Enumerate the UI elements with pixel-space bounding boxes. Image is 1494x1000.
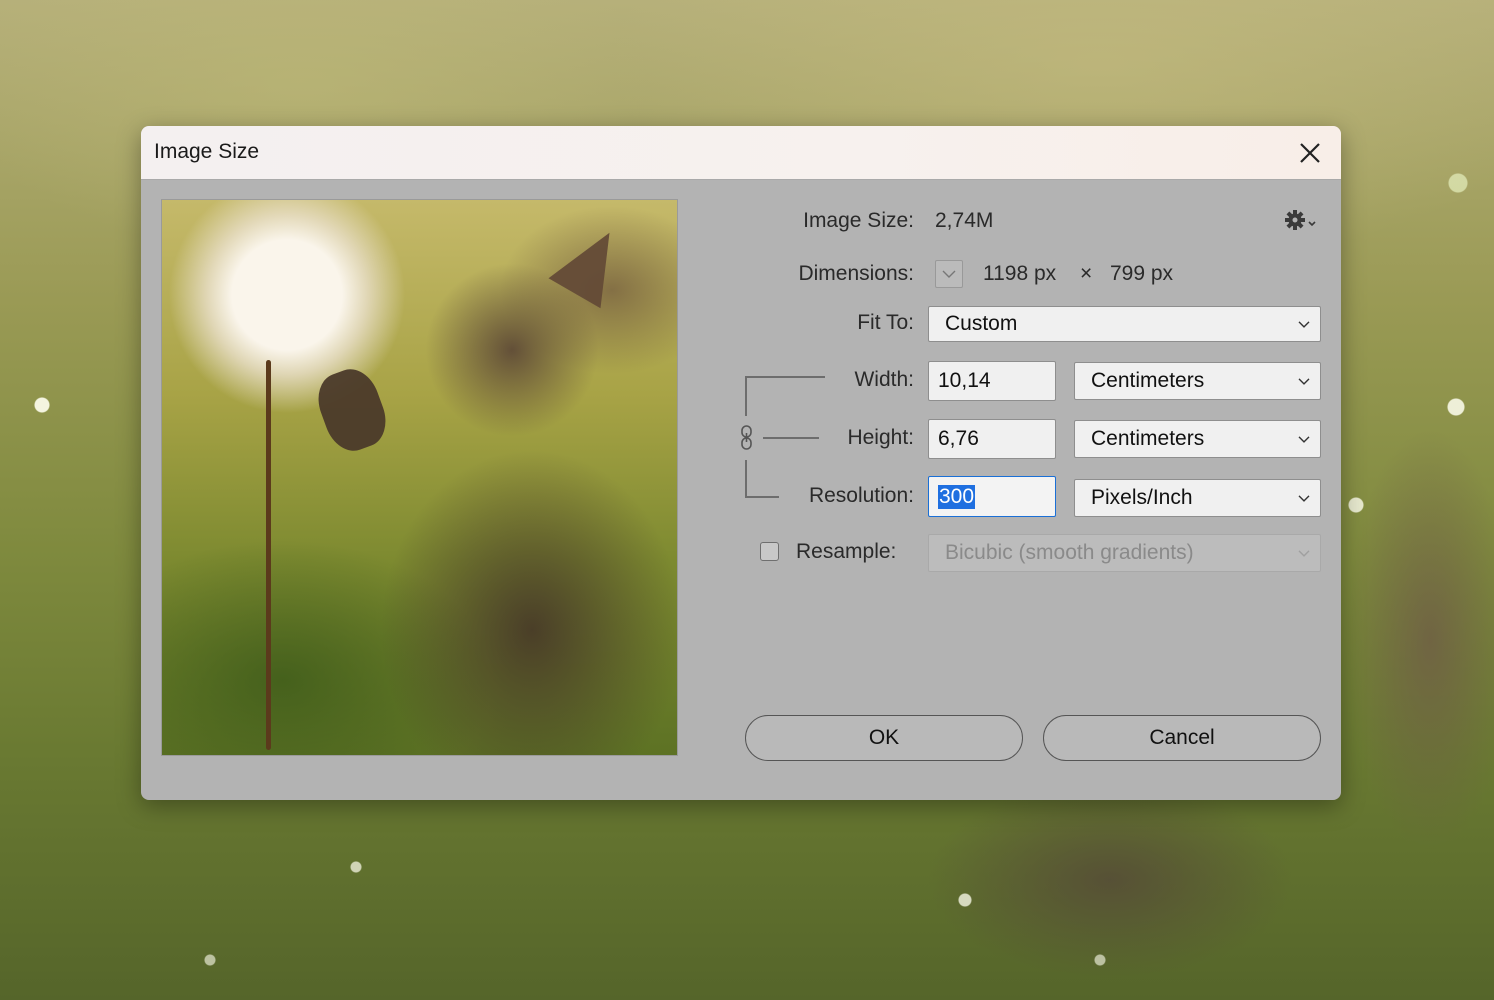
constrain-bracket-top-h bbox=[745, 376, 825, 378]
width-label: Width: bbox=[854, 368, 914, 391]
chevron-down-icon bbox=[1298, 495, 1310, 502]
constrain-bracket-top-v bbox=[745, 376, 747, 416]
constrain-bracket-bottom-h bbox=[745, 496, 779, 498]
dimensions-width: 1198 px bbox=[983, 262, 1057, 285]
resolution-label: Resolution: bbox=[808, 484, 914, 507]
dialog-title: Image Size bbox=[154, 140, 260, 163]
ok-button-label: OK bbox=[868, 726, 900, 749]
height-input[interactable]: 6,76 bbox=[928, 419, 1056, 459]
height-unit-select[interactable]: Centimeters bbox=[1074, 420, 1321, 458]
resample-method-select[interactable]: Bicubic (smooth gradients) bbox=[928, 534, 1321, 572]
resolution-input[interactable]: 300 bbox=[928, 476, 1056, 517]
constrain-proportions-toggle[interactable] bbox=[738, 423, 756, 453]
fit-to-select[interactable]: Custom bbox=[928, 306, 1321, 342]
close-button[interactable] bbox=[1279, 126, 1341, 179]
dimensions-separator: × bbox=[1080, 262, 1093, 285]
dimensions-unit-dropdown[interactable] bbox=[935, 260, 963, 288]
resample-method: Bicubic (smooth gradients) bbox=[945, 541, 1194, 564]
image-size-value: 2,74M bbox=[935, 209, 994, 232]
resolution-value: 300 bbox=[938, 484, 976, 509]
image-preview[interactable] bbox=[161, 199, 678, 756]
width-unit-select[interactable]: Centimeters bbox=[1074, 362, 1321, 400]
image-size-label: Image Size: bbox=[803, 209, 914, 232]
chevron-down-icon bbox=[1298, 436, 1310, 443]
preview-paw bbox=[310, 362, 394, 458]
height-label: Height: bbox=[847, 426, 914, 449]
image-size-dialog: Image Size Image Size: 2,74M Dimensions:… bbox=[141, 126, 1341, 800]
chevron-down-icon bbox=[942, 270, 956, 278]
chevron-down-icon bbox=[1298, 321, 1310, 328]
fit-to-value: Custom bbox=[945, 312, 1018, 335]
resample-checkbox[interactable] bbox=[760, 542, 779, 561]
resolution-unit: Pixels/Inch bbox=[1091, 486, 1193, 509]
width-unit: Centimeters bbox=[1091, 369, 1205, 392]
resolution-unit-select[interactable]: Pixels/Inch bbox=[1074, 479, 1321, 517]
settings-button[interactable] bbox=[1283, 208, 1319, 234]
height-unit: Centimeters bbox=[1091, 427, 1205, 450]
fit-to-label: Fit To: bbox=[857, 311, 914, 334]
width-input[interactable]: 10,14 bbox=[928, 361, 1056, 401]
chevron-down-icon bbox=[1298, 378, 1310, 385]
preview-ear bbox=[548, 217, 636, 309]
width-value: 10,14 bbox=[938, 369, 991, 392]
constrain-bracket-bottom-v bbox=[745, 460, 747, 498]
cancel-button[interactable]: Cancel bbox=[1043, 715, 1321, 761]
resample-label: Resample: bbox=[796, 540, 897, 563]
title-bar: Image Size bbox=[141, 126, 1341, 180]
preview-stem bbox=[266, 360, 271, 750]
dimensions-height: 799 px bbox=[1110, 262, 1174, 285]
chevron-down-icon bbox=[1298, 550, 1310, 557]
dimensions-label: Dimensions: bbox=[798, 262, 914, 285]
close-icon bbox=[1300, 142, 1320, 163]
cancel-button-label: Cancel bbox=[1149, 726, 1215, 749]
chain-link-icon bbox=[741, 425, 752, 450]
gear-icon bbox=[1285, 210, 1316, 230]
ok-button[interactable]: OK bbox=[745, 715, 1023, 761]
height-value: 6,76 bbox=[938, 427, 979, 450]
constrain-bracket-mid-h bbox=[763, 437, 819, 439]
